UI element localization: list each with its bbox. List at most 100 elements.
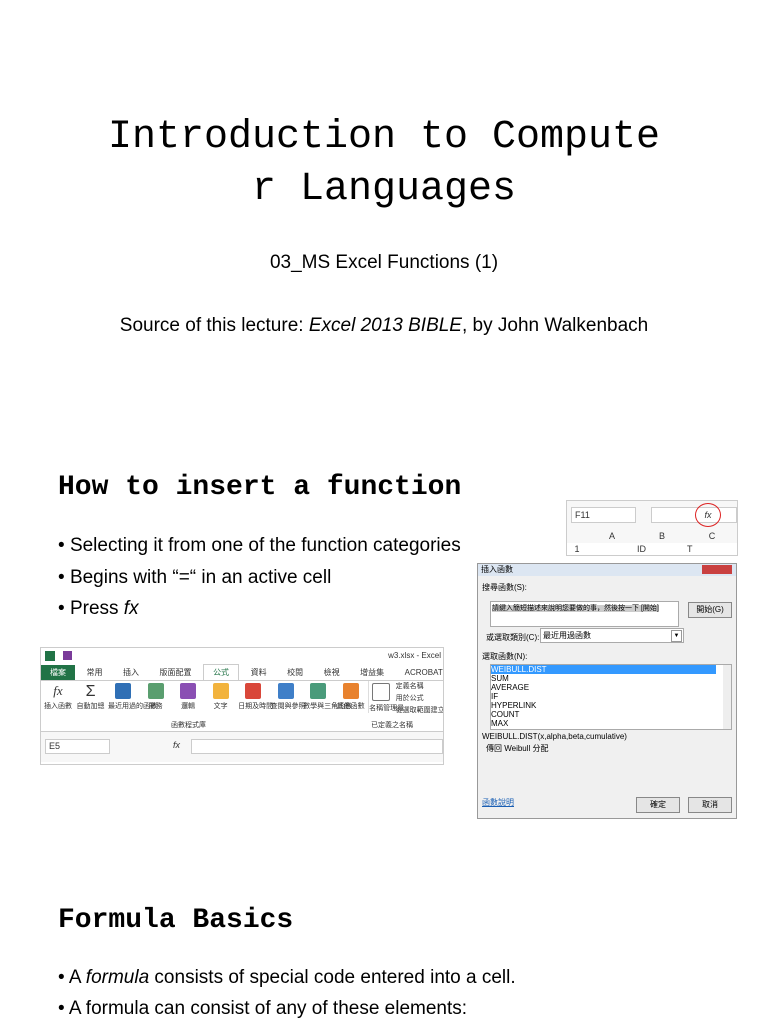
name-box[interactable]: E5 — [45, 739, 110, 754]
close-button[interactable] — [702, 565, 732, 574]
title-line-1: Introduction to Compute — [107, 115, 661, 160]
dialog-title: 插入函數 — [478, 564, 736, 576]
tab[interactable]: 校閱 — [278, 665, 312, 681]
ribbon-tabs: 檔案 常用 插入 版面配置 公式 資料 校閱 檢視 增益集 ACROBAT — [41, 664, 443, 681]
slide-title: Introduction to Compute r Languages — [0, 112, 768, 216]
name-manager-icon — [372, 683, 391, 701]
math-button[interactable]: 數學與三角函數 — [303, 681, 352, 711]
subtitle: 03_MS Excel Functions (1) — [269, 252, 499, 273]
scrollbar[interactable] — [723, 665, 731, 729]
tab[interactable]: 檢視 — [315, 665, 349, 681]
bullet: A formula can consist of any of these el… — [58, 998, 467, 1020]
search-label: 搜尋函數(S): — [482, 583, 527, 592]
define-name-button[interactable]: 定義名稱 — [396, 681, 443, 693]
label: 自動加總 — [76, 703, 105, 710]
source-prefix: Source of this lecture: — [119, 315, 309, 336]
list-item[interactable]: HYPERLINK — [491, 701, 731, 710]
tab[interactable]: 版面配置 — [151, 665, 201, 681]
source-book: Excel 2013 BIBLE — [308, 315, 462, 336]
group-label: 函數程式庫 — [171, 722, 206, 729]
help-link[interactable]: 函數說明 — [482, 797, 514, 808]
book-icon — [147, 683, 164, 699]
text-icon — [212, 683, 229, 699]
col-b: B — [658, 531, 665, 541]
label: 查閱與參照 — [270, 703, 306, 710]
ok-button[interactable]: 確定 — [636, 797, 680, 813]
list-item[interactable]: IF — [491, 692, 731, 701]
bullet: A formula consists of special code enter… — [58, 967, 516, 989]
col-a: A — [608, 531, 615, 541]
recent-button[interactable]: 最近用過的函數 — [108, 681, 157, 711]
function-list[interactable]: WEIBULL.DIST SUM AVERAGE IF HYPERLINK CO… — [490, 664, 732, 730]
tab[interactable]: 插入 — [114, 665, 148, 681]
use-in-formula-button[interactable]: 用於公式 — [396, 693, 443, 705]
bullet: Selecting it from one of the function ca… — [58, 535, 461, 557]
group-label: 已定義之名稱 — [371, 722, 413, 729]
theta-icon — [310, 683, 327, 699]
label: 日期及時間 — [238, 703, 274, 710]
name-manager-button[interactable]: 名稱管理員 — [368, 681, 404, 713]
tab-file[interactable]: 檔案 — [41, 665, 75, 681]
formula-bar-screenshot: F11 fx A B C 1 ID T — [566, 500, 738, 556]
list-item[interactable]: SUM — [491, 674, 731, 683]
search-text: 請鍵入簡短描述來說明您要做的事，然後按一下 [開始] — [492, 605, 659, 612]
cell[interactable] — [587, 543, 637, 555]
tab[interactable]: 增益集 — [351, 665, 393, 681]
window-title: w3.xlsx - Excel — [388, 651, 441, 660]
chevron-down-icon[interactable]: ▼ — [671, 630, 682, 642]
bullet: Begins with “=“ in an active cell — [58, 567, 331, 589]
fx-button[interactable]: fx — [695, 503, 721, 527]
label: 插入函數 — [44, 703, 72, 710]
category-label: 或選取類別(C): — [486, 633, 540, 642]
datetime-button[interactable]: 日期及時間 — [238, 681, 273, 711]
list-item[interactable]: AVERAGE — [491, 683, 731, 692]
excel-ribbon-screenshot: w3.xlsx - Excel 檔案 常用 插入 版面配置 公式 資料 校閱 檢… — [40, 647, 444, 765]
col-c: C — [708, 531, 716, 541]
autosum-button[interactable]: Σ 自動加總 — [76, 681, 106, 711]
text-button[interactable]: 文字 — [206, 681, 236, 711]
search-input[interactable]: 請鍵入簡短描述來說明您要做的事，然後按一下 [開始] — [490, 601, 679, 627]
search-icon — [277, 683, 294, 699]
logical-button[interactable]: 邏輯 — [173, 681, 203, 711]
formula-input[interactable] — [191, 739, 443, 754]
cell[interactable]: ID — [637, 543, 687, 555]
select-label: 選取函數(N): — [482, 652, 528, 661]
category-value: 最近用過函數 — [543, 631, 591, 640]
name-box[interactable]: F11 — [571, 507, 636, 523]
source-line: Source of this lecture: Excel 2013 BIBLE… — [0, 315, 768, 337]
category-select[interactable]: 最近用過函數 ▼ — [540, 628, 684, 643]
question-icon — [180, 683, 197, 699]
label: 邏輯 — [181, 703, 196, 710]
label: 其他函數 — [336, 703, 365, 710]
row-1: 1 — [574, 544, 580, 554]
more-icon — [342, 683, 359, 699]
column-headers: A B C — [587, 531, 737, 541]
tab-formulas[interactable]: 公式 — [203, 664, 240, 681]
tab[interactable]: 資料 — [242, 665, 276, 681]
tab[interactable]: 常用 — [78, 665, 112, 681]
list-item[interactable]: COUNT — [491, 710, 731, 719]
title-line-2: r Languages — [251, 167, 517, 212]
cell[interactable]: T — [687, 543, 737, 555]
label: 財務 — [148, 703, 163, 710]
calendar-icon — [245, 683, 262, 699]
heading-formula-basics: Formula Basics — [58, 905, 294, 936]
more-functions-button[interactable]: 其他函數 — [336, 681, 366, 711]
tab[interactable]: ACROBAT — [396, 665, 443, 681]
create-from-selection-button[interactable]: 從選取範圍建立 — [396, 705, 443, 717]
text: A — [68, 967, 86, 988]
fx-text: fx — [123, 598, 139, 619]
fx-button[interactable]: fx — [173, 740, 180, 750]
function-description: 傳回 Weibull 分配 — [486, 744, 549, 753]
save-icon — [63, 651, 72, 660]
bullet: Press fx — [58, 598, 139, 620]
list-item[interactable]: MAX — [491, 719, 731, 728]
sigma-icon: Σ — [85, 683, 96, 700]
list-item[interactable]: WEIBULL.DIST — [491, 665, 716, 674]
label: 文字 — [213, 703, 228, 710]
insert-function-button[interactable]: fx 插入函數 — [43, 681, 73, 711]
cancel-button[interactable]: 取消 — [688, 797, 732, 813]
lookup-button[interactable]: 查閱與參照 — [271, 681, 306, 711]
financial-button[interactable]: 財務 — [141, 681, 171, 711]
go-button[interactable]: 開始(G) — [688, 602, 732, 618]
